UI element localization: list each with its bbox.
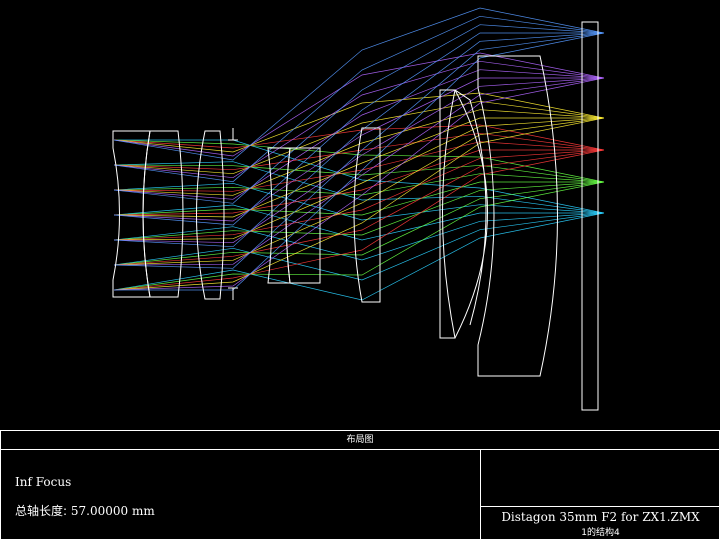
title-block-notes	[480, 450, 720, 506]
lens-element-8	[454, 89, 488, 339]
ray-line	[113, 181, 605, 266]
title-block-heading: 布局图	[1, 431, 719, 450]
total-length-label: 总轴长度:	[15, 504, 68, 518]
ray-line	[113, 24, 605, 204]
lens-layout-diagram	[112, 7, 605, 411]
ray-line	[113, 149, 605, 291]
config-label: 1的结构4	[581, 528, 620, 538]
ray-line	[114, 139, 605, 214]
ray-fans	[113, 7, 605, 301]
ray-line	[113, 212, 605, 281]
ray-line	[113, 182, 605, 221]
file-name: Distagon 35mm F2 for ZX1.ZMX	[501, 510, 700, 524]
total-length: 总轴长度: 57.00000 mm	[15, 502, 155, 519]
ray-line	[113, 32, 604, 226]
ray-line	[113, 164, 605, 183]
lens-element-9	[477, 55, 558, 377]
aperture-stop-top	[228, 128, 238, 141]
title-block: 布局图 Inf Focus 总轴长度: 57.00000 mm Distagon…	[0, 430, 720, 540]
title-block-info: Inf Focus 总轴长度: 57.00000 mm	[1, 450, 479, 539]
ray-line	[113, 69, 605, 200]
ray-line	[114, 32, 605, 291]
layout-window: 布局图 Inf Focus 总轴长度: 57.00000 mm Distagon…	[0, 0, 720, 540]
total-length-value: 57.00000 mm	[70, 504, 155, 518]
focus-label: Inf Focus	[15, 475, 72, 489]
title-block-file: Distagon 35mm F2 for ZX1.ZMX 1的结构4	[480, 506, 720, 540]
ray-line	[113, 161, 605, 214]
